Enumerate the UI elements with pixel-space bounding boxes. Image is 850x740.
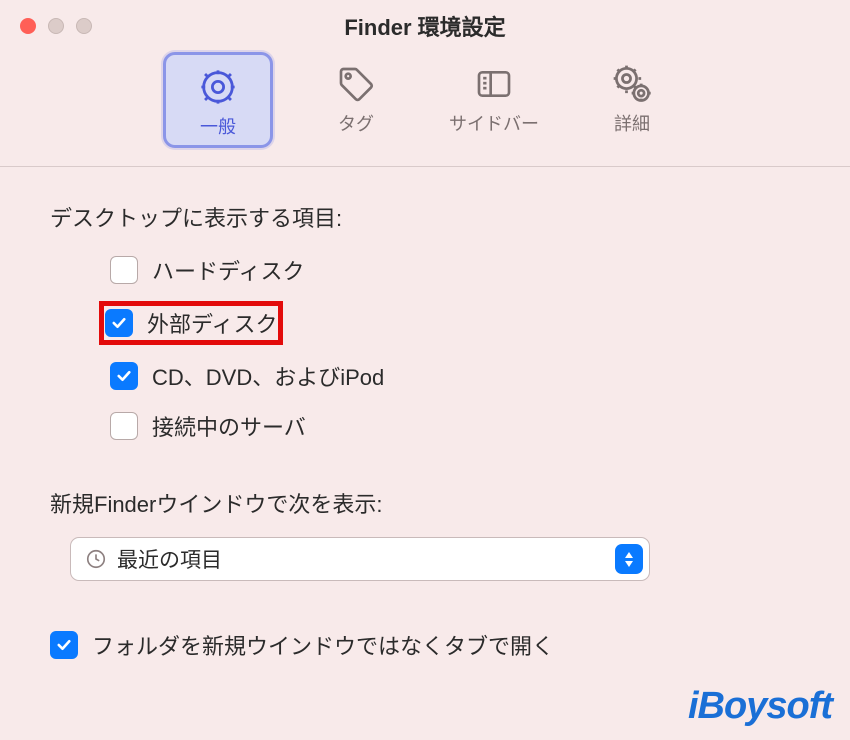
clock-icon [85,548,107,570]
checkbox-open-in-tabs[interactable] [50,631,78,659]
checkbox-label: ハードディスク [152,254,304,286]
close-button[interactable] [20,18,36,34]
content-area: デスクトップに表示する項目: ハードディスク 外部ディスク CD、DVD、および… [0,167,850,681]
checkbox-row-cd-dvd-ipod[interactable]: CD、DVD、およびiPod [104,357,800,395]
new-window-select[interactable]: 最近の項目 [70,537,650,581]
tab-sidebar[interactable]: サイドバー [439,52,549,148]
checkbox-connected-servers[interactable] [110,412,138,440]
tab-label: 一般 [200,113,236,139]
minimize-button[interactable] [48,18,64,34]
sidebar-icon [472,62,516,106]
tab-advanced[interactable]: 詳細 [577,52,687,148]
toolbar: 一般 タグ サイドバー [0,40,850,167]
tabs-checkbox-row[interactable]: フォルダを新規ウインドウではなくタブで開く [50,629,800,661]
checkbox-row-hard-disks[interactable]: ハードディスク [104,251,800,289]
checkbox-label: 接続中のサーバ [152,410,306,442]
checkbox-hard-disks[interactable] [110,256,138,284]
checkbox-row-connected-servers[interactable]: 接続中のサーバ [104,407,800,445]
checkbox-label: 外部ディスク [147,307,277,339]
traffic-lights [20,18,92,34]
tab-general[interactable]: 一般 [163,52,273,148]
tab-tags[interactable]: タグ [301,52,411,148]
preferences-window: Finder 環境設定 一般 タグ [0,0,850,740]
gear-icon [196,65,240,109]
checkbox-cd-dvd-ipod[interactable] [110,362,138,390]
watermark: iBoysoft [688,685,832,728]
checkbox-external-disks[interactable] [105,309,133,337]
desktop-items-heading: デスクトップに表示する項目: [50,201,800,233]
titlebar: Finder 環境設定 [0,0,850,40]
tab-label: タグ [338,110,374,136]
select-chevron-icon [615,544,643,574]
tag-icon [334,62,378,106]
new-window-section: 新規Finderウインドウで次を表示: 最近の項目 [50,487,800,581]
tab-label: サイドバー [449,110,539,136]
tab-label: 詳細 [614,110,650,136]
gears-icon [610,62,654,106]
checkbox-label: フォルダを新規ウインドウではなくタブで開く [92,629,554,661]
new-window-heading: 新規Finderウインドウで次を表示: [50,487,800,519]
select-value: 最近の項目 [117,544,615,574]
checkbox-label: CD、DVD、およびiPod [152,360,384,392]
zoom-button[interactable] [76,18,92,34]
checkbox-row-external-disks[interactable]: 外部ディスク [99,301,283,345]
window-title: Finder 環境設定 [16,10,834,42]
